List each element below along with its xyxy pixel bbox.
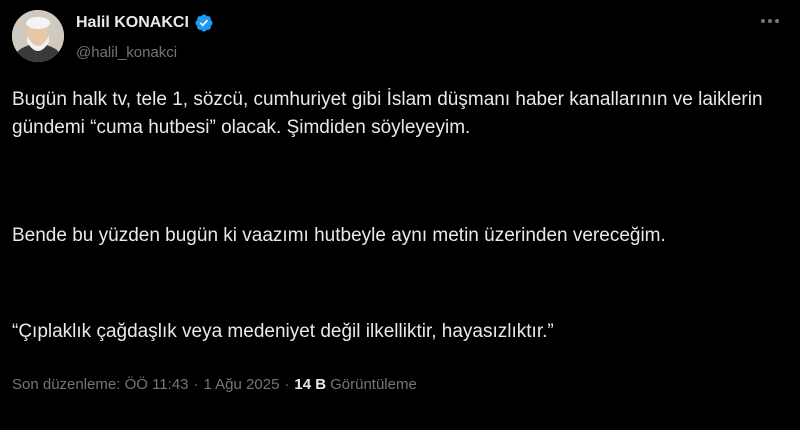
tweet-paragraph: “Çıplaklık çağdaşlık veya medeniyet deği… xyxy=(12,321,554,342)
edited-timestamp[interactable]: Son düzenleme: ÖÖ 11:43 xyxy=(12,376,189,393)
separator: · xyxy=(193,376,199,393)
author-name[interactable]: Halil KONAKCI xyxy=(76,14,189,32)
tweet-paragraph: Bende bu yüzden bugün ki vaazımı hutbeyl… xyxy=(12,225,666,246)
profile-photo-icon xyxy=(12,10,64,62)
author-info: Halil KONAKCI @halil_konakci xyxy=(76,12,214,61)
tweet-paragraph: Bugün halk tv, tele 1, sözcü, cumhuriyet… xyxy=(12,89,763,138)
tweet-card: Halil KONAKCI @halil_konakci Bugün halk … xyxy=(0,0,800,430)
tweet-meta: Son düzenleme: ÖÖ 11:43 · 1 Ağu 2025 · 1… xyxy=(12,376,417,393)
views-label: Görüntüleme xyxy=(330,376,417,393)
verified-badge-icon xyxy=(194,13,214,33)
author-handle[interactable]: @halil_konakci xyxy=(76,44,214,61)
more-dots-icon[interactable] xyxy=(758,14,782,28)
post-date[interactable]: 1 Ağu 2025 xyxy=(204,376,280,393)
separator: · xyxy=(284,376,290,393)
avatar[interactable] xyxy=(12,10,64,62)
views-count: 14 B xyxy=(294,376,327,393)
